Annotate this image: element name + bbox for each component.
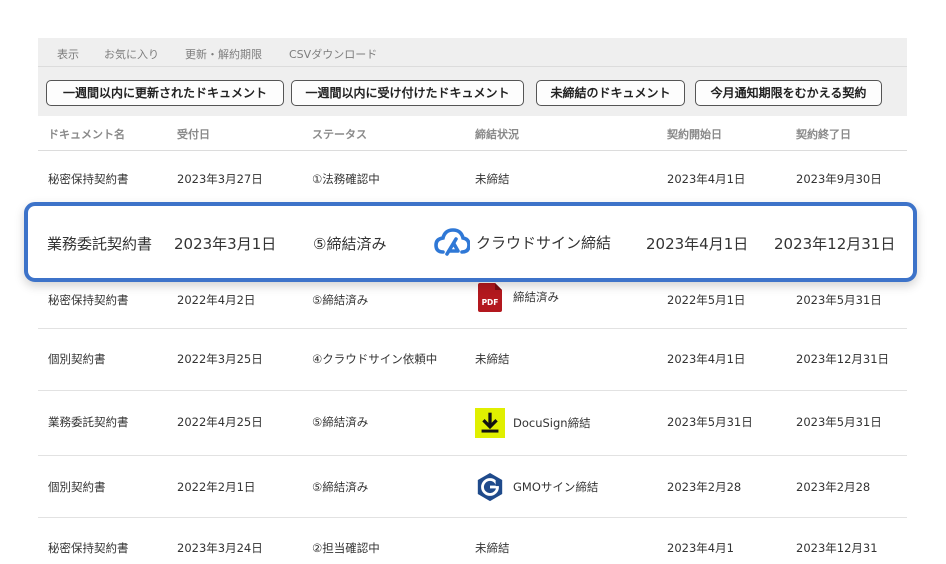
received-date: 2022年3月25日 (177, 352, 263, 366)
menu-csv-download[interactable]: CSVダウンロード (289, 46, 377, 62)
table-row[interactable]: 個別契約書 2022年2月1日 ⑤締結済み GMOサイン締結 2023年2月28… (38, 456, 907, 518)
end-date: 2023年9月30日 (796, 172, 882, 186)
pdf-icon-text: PDF (482, 298, 499, 307)
received-date: 2022年4月2日 (177, 293, 256, 307)
received-date: 2022年2月1日 (177, 480, 256, 494)
status: ⑤締結済み (312, 415, 369, 429)
docusign-icon (475, 408, 505, 438)
filter-received-week-button[interactable]: 一週間以内に受け付けたドキュメント (291, 80, 524, 106)
document-list-panel: 表示 お気に入り 更新・解約期限 CSVダウンロード 一週間以内に更新されたドキ… (38, 38, 907, 564)
sign-status: GMOサイン締結 (475, 471, 598, 503)
menu-renewal-deadline[interactable]: 更新・解約期限 (185, 46, 262, 62)
column-status[interactable]: ステータス (312, 126, 367, 142)
table-row[interactable]: 秘密保持契約書 2022年4月2日 ⑤締結済み PDF 締結済み 2022年5月… (38, 282, 907, 329)
start-date: 2023年2月28 (667, 480, 742, 494)
sign-status: PDF 締結済み (475, 282, 559, 312)
table-row[interactable]: 秘密保持契約書 2023年3月24日 ②担当確認中 未締結 2023年4月1 2… (38, 518, 907, 564)
document-name: 個別契約書 (48, 352, 106, 366)
start-date: 2023年4月1日 (667, 352, 746, 366)
received-date: 2023年3月27日 (177, 172, 263, 186)
filter-bar: 一週間以内に更新されたドキュメント 一週間以内に受け付けたドキュメント 未締結の… (38, 67, 907, 116)
column-end-date[interactable]: 契約終了日 (796, 126, 851, 142)
received-date: 2023年3月1日 (174, 235, 277, 253)
document-name: 個別契約書 (48, 480, 106, 494)
start-date: 2022年5月1日 (667, 293, 746, 307)
status: ⑤締結済み (313, 235, 387, 253)
sign-status-label: DocuSign締結 (513, 416, 591, 430)
menu-view[interactable]: 表示 (57, 46, 79, 62)
cloudsign-icon (434, 227, 470, 257)
column-received-date[interactable]: 受付日 (177, 126, 210, 142)
received-date: 2022年4月25日 (177, 415, 263, 429)
end-date: 2023年12月31日 (774, 235, 896, 253)
column-start-date[interactable]: 契約開始日 (667, 126, 722, 142)
start-date: 2023年4月1日 (667, 172, 746, 186)
status: ④クラウドサイン依頼中 (312, 352, 438, 366)
end-date: 2023年5月31日 (796, 293, 882, 307)
end-date: 2023年2月28 (796, 480, 871, 494)
document-name: 秘密保持契約書 (48, 172, 129, 186)
status: ⑤締結済み (312, 293, 369, 307)
sign-status: 未締結 (475, 352, 510, 366)
filter-notice-month-button[interactable]: 今月通知期限をむかえる契約 (695, 80, 882, 106)
status: ②担当確認中 (312, 541, 380, 555)
sign-status: 未締結 (475, 172, 510, 186)
end-date: 2023年12月31 (796, 541, 878, 555)
document-name: 業務委託契約書 (47, 235, 153, 253)
sign-status-label: 締結済み (513, 290, 559, 304)
document-name: 秘密保持契約書 (48, 541, 129, 555)
table-row[interactable]: 個別契約書 2022年3月25日 ④クラウドサイン依頼中 未締結 2023年4月… (38, 329, 907, 391)
sign-status-label: GMOサイン締結 (513, 480, 599, 494)
end-date: 2023年12月31日 (796, 352, 890, 366)
column-document-name[interactable]: ドキュメント名 (48, 126, 125, 142)
sign-status: DocuSign締結 (475, 407, 591, 439)
received-date: 2023年3月24日 (177, 541, 263, 555)
status: ⑤締結済み (312, 480, 369, 494)
highlighted-table-row[interactable]: 業務委託契約書 2023年3月1日 ⑤締結済み クラウドサイン締結 2023年4… (24, 202, 917, 282)
status: ①法務確認中 (312, 172, 380, 186)
table-row[interactable]: 業務委託契約書 2022年4月25日 ⑤締結済み DocuSign締結 2023… (38, 391, 907, 456)
end-date: 2023年5月31日 (796, 415, 882, 429)
document-name: 秘密保持契約書 (48, 293, 129, 307)
table-header: ドキュメント名 受付日 ステータス 締結状況 契約開始日 契約終了日 (38, 116, 907, 151)
column-sign-status[interactable]: 締結状況 (475, 126, 519, 142)
start-date: 2023年4月1日 (646, 235, 749, 253)
menu-bar: 表示 お気に入り 更新・解約期限 CSVダウンロード (38, 38, 907, 67)
menu-favorites[interactable]: お気に入り (104, 46, 159, 62)
sign-status: クラウドサイン締結 (434, 227, 611, 257)
start-date: 2023年5月31日 (667, 415, 753, 429)
document-name: 業務委託契約書 (48, 415, 129, 429)
filter-unsigned-button[interactable]: 未締結のドキュメント (536, 80, 685, 106)
table-row[interactable]: 秘密保持契約書 2023年3月27日 ①法務確認中 未締結 2023年4月1日 … (38, 151, 907, 203)
filter-updated-week-button[interactable]: 一週間以内に更新されたドキュメント (46, 80, 284, 106)
start-date: 2023年4月1 (667, 541, 734, 555)
sign-status-label: クラウドサイン締結 (476, 233, 612, 252)
pdf-icon: PDF (478, 282, 502, 312)
gmo-sign-icon (475, 472, 505, 502)
sign-status: 未締結 (475, 541, 510, 555)
